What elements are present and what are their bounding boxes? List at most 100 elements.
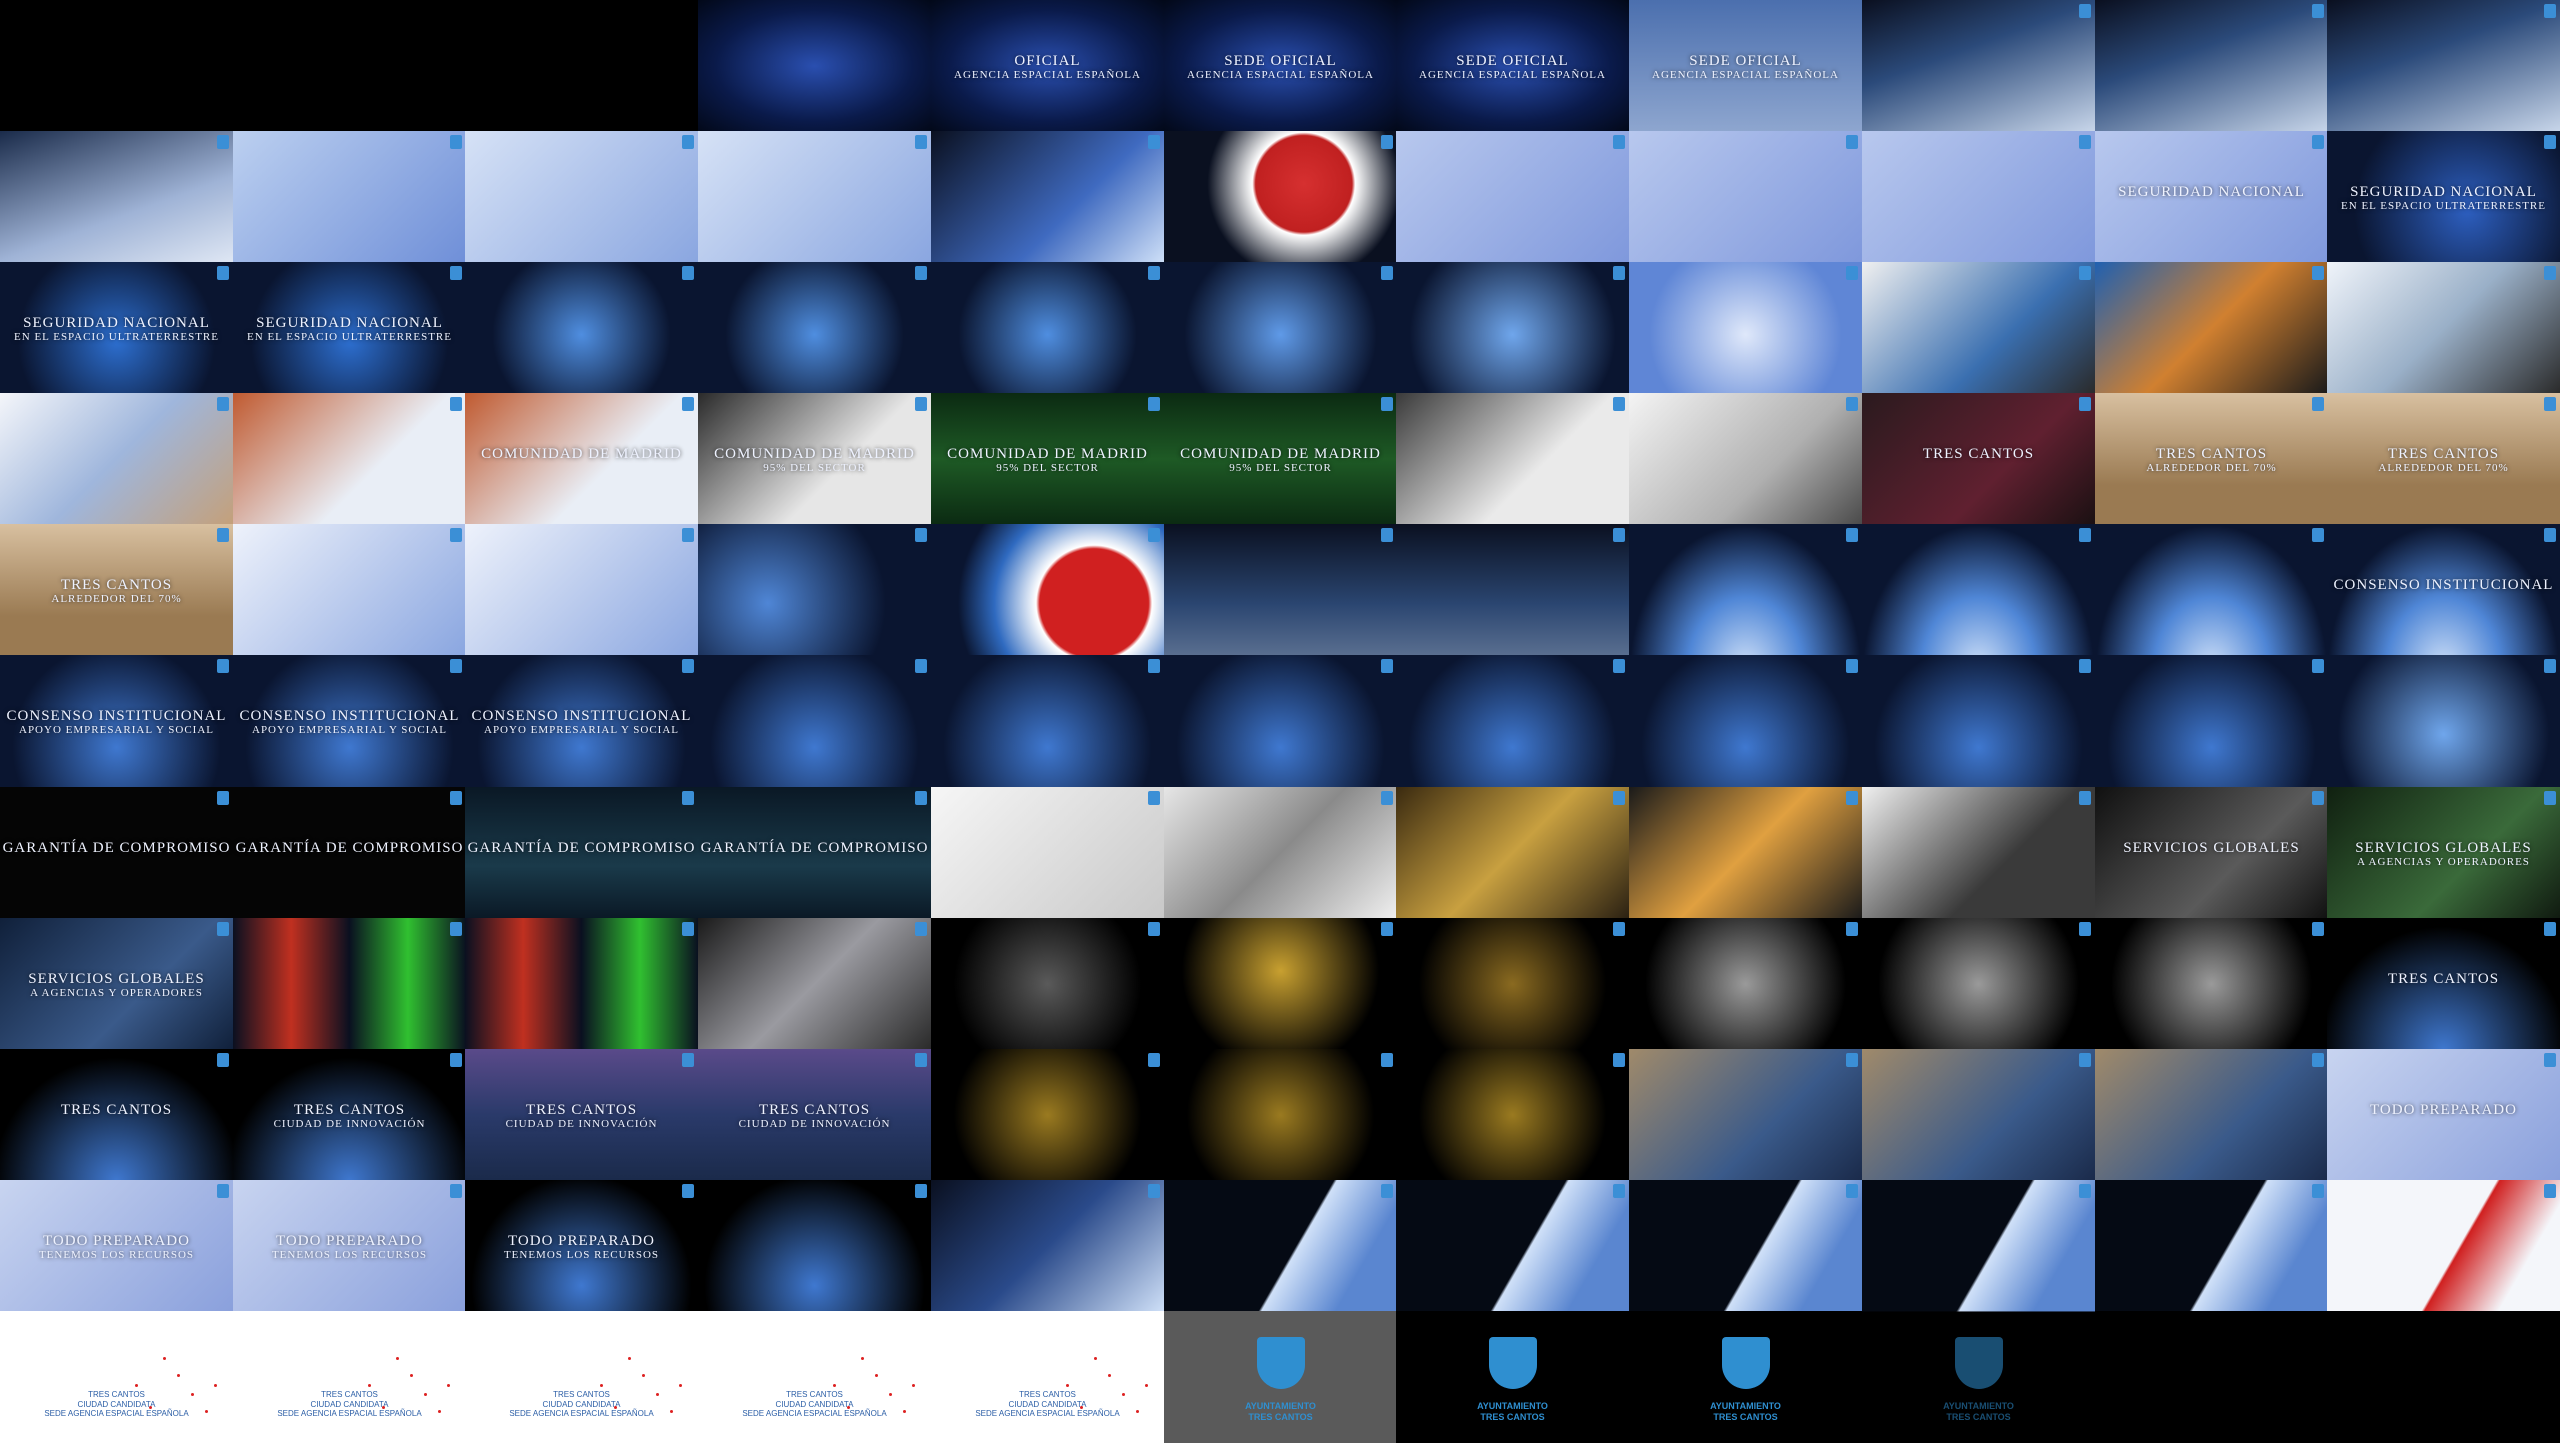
frame-caption-subtitle: CIUDAD DE INNOVACIÓN xyxy=(273,1118,426,1131)
video-frame: SEGURIDAD NACIONAL EN EL ESPACIO ULTRATER… xyxy=(233,262,466,394)
candidacy-logo-text: TRES CANTOS CIUDAD CANDIDATA SEDE AGENCIA … xyxy=(975,1390,1120,1419)
frame-caption-subtitle: APOYO EMPRESARIAL Y SOCIAL xyxy=(252,724,447,737)
video-frame xyxy=(1629,918,1862,1050)
frame-caption-title: GARANTÍA DE COMPROMISO xyxy=(700,839,929,856)
video-frame xyxy=(1164,787,1397,919)
channel-badge-icon xyxy=(1148,397,1160,411)
frame-caption-subtitle: 95% DEL SECTOR xyxy=(763,462,866,475)
frame-caption-title: CONSENSO INSTITUCIONAL xyxy=(2333,576,2554,593)
video-frame xyxy=(2327,0,2560,132)
video-frame: TODO PREPARADO TENEMOS LOS RECURSOS xyxy=(233,1180,466,1312)
frame-caption-title: CONSENSO INSTITUCIONAL xyxy=(471,707,692,724)
channel-badge-icon xyxy=(915,922,927,936)
channel-badge-icon xyxy=(682,791,694,805)
frame-caption: GARANTÍA DE COMPROMISO xyxy=(233,840,466,857)
video-frame: GARANTÍA DE COMPROMISO xyxy=(465,787,698,919)
frame-caption: OFICIAL AGENCIA ESPACIAL ESPAÑOLA xyxy=(931,53,1164,82)
coat-of-arms-icon xyxy=(1256,1337,1305,1390)
frame-caption: GARANTÍA DE COMPROMISO xyxy=(698,840,931,857)
video-frame xyxy=(1862,0,2095,132)
channel-badge-icon xyxy=(2312,1184,2324,1198)
channel-badge-icon xyxy=(2079,1053,2091,1067)
video-frame: SEDE OFICIAL AGENCIA ESPACIAL ESPAÑOLA xyxy=(1629,0,1862,132)
video-frame: COMUNIDAD DE MADRID xyxy=(465,393,698,525)
video-frame: TODO PREPARADO TENEMOS LOS RECURSOS xyxy=(0,1180,233,1312)
ayuntamiento-label: AYUNTAMIENTO TRES CANTOS xyxy=(1710,1400,1781,1422)
video-frame xyxy=(698,131,931,263)
video-frame xyxy=(2095,0,2328,132)
video-frame: COMUNIDAD DE MADRID 95% DEL SECTOR xyxy=(1164,393,1397,525)
video-frame xyxy=(465,0,698,132)
frame-caption-subtitle: A AGENCIAS Y OPERADORES xyxy=(30,987,203,1000)
frame-caption-subtitle: ALREDEDOR DEL 70% xyxy=(2146,462,2277,475)
frame-caption-subtitle: 95% DEL SECTOR xyxy=(1229,462,1332,475)
channel-badge-icon xyxy=(682,135,694,149)
frame-caption-subtitle: ALREDEDOR DEL 70% xyxy=(51,593,182,606)
video-frame: TRES CANTOS CIUDAD CANDIDATA SEDE AGENCIA … xyxy=(0,1311,233,1443)
channel-badge-icon xyxy=(1613,922,1625,936)
frame-caption-title: COMUNIDAD DE MADRID xyxy=(714,445,915,462)
frame-caption-title: SEDE OFICIAL xyxy=(1689,52,1802,69)
video-frame: TRES CANTOS ALREDEDOR DEL 70% xyxy=(2095,393,2328,525)
video-frame: COMUNIDAD DE MADRID 95% DEL SECTOR xyxy=(698,393,931,525)
video-frame xyxy=(233,918,466,1050)
frame-caption: SEGURIDAD NACIONAL EN EL ESPACIO ULTRATER… xyxy=(2327,184,2560,213)
video-frame xyxy=(698,524,931,656)
frame-caption-title: SEDE OFICIAL xyxy=(1224,52,1337,69)
video-frame: GARANTÍA DE COMPROMISO xyxy=(0,787,233,919)
video-frame xyxy=(1164,1180,1397,1312)
video-frame xyxy=(0,131,233,263)
video-frame xyxy=(1396,918,1629,1050)
video-frame xyxy=(1862,655,2095,787)
video-frame: SEGURIDAD NACIONAL EN EL ESPACIO ULTRATER… xyxy=(0,262,233,394)
channel-badge-icon xyxy=(217,922,229,936)
channel-badge-icon xyxy=(915,791,927,805)
channel-badge-icon xyxy=(1846,266,1858,280)
video-frame xyxy=(698,1180,931,1312)
frame-caption: TODO PREPARADO TENEMOS LOS RECURSOS xyxy=(465,1233,698,1262)
frame-caption-title: TRES CANTOS xyxy=(293,1101,406,1118)
video-frame xyxy=(2327,1180,2560,1312)
channel-badge-icon xyxy=(2312,922,2324,936)
video-frame xyxy=(1862,131,2095,263)
coat-of-arms-icon xyxy=(1488,1337,1537,1390)
video-frame: AYUNTAMIENTO TRES CANTOS xyxy=(1629,1311,1862,1443)
channel-badge-icon xyxy=(915,1053,927,1067)
frame-caption: TRES CANTOS xyxy=(1862,446,2095,463)
frame-caption: SEGURIDAD NACIONAL xyxy=(2095,184,2328,201)
channel-badge-icon xyxy=(915,397,927,411)
channel-badge-icon xyxy=(1148,135,1160,149)
channel-badge-icon xyxy=(1381,266,1393,280)
channel-badge-icon xyxy=(1148,266,1160,280)
video-frame xyxy=(1629,524,1862,656)
frame-caption-subtitle: A AGENCIAS Y OPERADORES xyxy=(2357,856,2530,869)
video-frame xyxy=(1862,1180,2095,1312)
channel-badge-icon xyxy=(1381,922,1393,936)
channel-badge-icon xyxy=(682,266,694,280)
video-frame xyxy=(233,0,466,132)
channel-badge-icon xyxy=(682,659,694,673)
video-frame xyxy=(1164,524,1397,656)
channel-badge-icon xyxy=(2312,791,2324,805)
frame-caption-subtitle: APOYO EMPRESARIAL Y SOCIAL xyxy=(484,724,679,737)
channel-badge-icon xyxy=(1613,1184,1625,1198)
channel-badge-icon xyxy=(1148,659,1160,673)
video-frame: AYUNTAMIENTO TRES CANTOS xyxy=(1164,1311,1397,1443)
frame-caption-title: SERVICIOS GLOBALES xyxy=(28,970,205,987)
ayuntamiento-label: AYUNTAMIENTO TRES CANTOS xyxy=(1943,1400,2014,1422)
video-frame: TRES CANTOS CIUDAD DE INNOVACIÓN xyxy=(465,1049,698,1181)
video-frame: GARANTÍA DE COMPROMISO xyxy=(233,787,466,919)
frame-caption: TRES CANTOS xyxy=(2327,971,2560,988)
channel-badge-icon xyxy=(2544,135,2556,149)
channel-badge-icon xyxy=(1846,791,1858,805)
frame-caption: SEDE OFICIAL AGENCIA ESPACIAL ESPAÑOLA xyxy=(1396,53,1629,82)
channel-badge-icon xyxy=(1148,922,1160,936)
frame-caption: SEDE OFICIAL AGENCIA ESPACIAL ESPAÑOLA xyxy=(1629,53,1862,82)
channel-badge-icon xyxy=(2544,1053,2556,1067)
candidacy-logo-text: TRES CANTOS CIUDAD CANDIDATA SEDE AGENCIA … xyxy=(742,1390,887,1419)
channel-badge-icon xyxy=(2544,266,2556,280)
frame-caption-subtitle: AGENCIA ESPACIAL ESPAÑOLA xyxy=(1419,69,1606,82)
video-frame xyxy=(931,262,1164,394)
video-frame xyxy=(1862,918,2095,1050)
video-frame: GARANTÍA DE COMPROMISO xyxy=(698,787,931,919)
